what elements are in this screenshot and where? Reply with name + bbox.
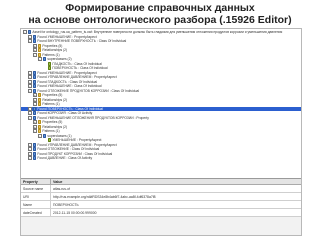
- collapse-icon[interactable]: -: [28, 147, 32, 152]
- node-icon: [32, 39, 37, 44]
- node-icon: [32, 111, 37, 116]
- property-value: ПОВЕРХНОСТЬ: [53, 203, 79, 207]
- collapse-icon[interactable]: -: [28, 106, 32, 111]
- node-icon: [32, 106, 37, 111]
- node-icon: [32, 79, 37, 84]
- property-column-header[interactable]: Property: [21, 179, 51, 184]
- folder-icon: [37, 43, 42, 48]
- node-icon: [27, 30, 32, 35]
- leaf-spacer: [43, 62, 47, 66]
- expand-icon[interactable]: +: [33, 93, 37, 98]
- collapse-icon[interactable]: -: [33, 102, 37, 107]
- collapse-icon[interactable]: -: [28, 70, 32, 75]
- folder-icon: [37, 52, 42, 57]
- collapse-icon[interactable]: -: [28, 84, 32, 89]
- node-icon: [42, 133, 47, 138]
- node-icon: [32, 75, 37, 80]
- property-row[interactable]: URI http://rus.example.org/rdl#RDS34e8b4a…: [21, 193, 301, 201]
- folder-icon: [37, 97, 42, 102]
- title-line-1: Формирование справочных данных: [65, 2, 255, 14]
- property-name: Source name: [21, 185, 51, 192]
- property-name: dateCreated: [21, 209, 51, 216]
- property-name: URI: [21, 193, 51, 200]
- node-icon: [32, 88, 37, 93]
- collapse-icon[interactable]: -: [28, 39, 32, 44]
- collapse-icon[interactable]: -: [28, 111, 32, 116]
- node-icon: [42, 57, 47, 62]
- collapse-icon[interactable]: -: [33, 52, 37, 57]
- node-icon: [32, 70, 37, 75]
- property-value: atlas-rus-of: [53, 187, 70, 191]
- property-row[interactable]: Source name atlas-rus-of: [21, 185, 301, 193]
- collapse-icon[interactable]: -: [28, 75, 32, 80]
- value-column-header[interactable]: Value: [51, 179, 301, 184]
- title-line-2: на основе онтологического разбора (.1592…: [28, 14, 292, 26]
- collapse-icon[interactable]: -: [28, 115, 32, 120]
- node-icon: [32, 156, 37, 161]
- collapse-icon[interactable]: -: [38, 133, 42, 138]
- node-icon: [32, 142, 37, 147]
- collapse-icon[interactable]: -: [28, 88, 32, 93]
- property-value: 2012-11-15 00:00:00.999000: [53, 211, 97, 215]
- expand-icon[interactable]: +: [33, 120, 37, 125]
- expand-icon[interactable]: +: [33, 97, 37, 102]
- leaf-spacer: [43, 66, 47, 70]
- expand-icon[interactable]: +: [33, 43, 37, 48]
- node-icon: [32, 115, 37, 120]
- property-name: Name: [21, 201, 51, 208]
- properties-rows: Source name atlas-rus-of URI http://rus.exa…: [21, 185, 301, 217]
- ontology-tree[interactable]: - Asset for ontology_rus.ua_pattern_is.ow…: [21, 29, 301, 176]
- collapse-icon[interactable]: -: [28, 79, 32, 84]
- tree-node-label: Found ДАВЛЕНИЕ : Class Of Activity: [37, 156, 93, 160]
- collapse-icon[interactable]: -: [28, 142, 32, 147]
- collapse-icon[interactable]: -: [38, 57, 42, 62]
- collapse-icon[interactable]: -: [28, 156, 32, 161]
- properties-panel: Property Value Source name atlas-rus-of UR…: [21, 178, 301, 235]
- tree-node[interactable]: - Found ДАВЛЕНИЕ : Class Of Activity: [21, 156, 301, 161]
- expand-icon[interactable]: +: [33, 124, 37, 129]
- instance-icon: [47, 138, 52, 143]
- folder-icon: [37, 120, 42, 125]
- node-icon: [32, 34, 37, 39]
- collapse-icon[interactable]: -: [28, 151, 32, 156]
- folder-icon: [37, 102, 42, 107]
- folder-icon: [37, 48, 42, 53]
- slide-title: Формирование справочных данных на основе…: [0, 2, 320, 26]
- leaf-spacer: [43, 138, 47, 142]
- property-row[interactable]: dateCreated 2012-11-15 00:00:00.999000: [21, 209, 301, 217]
- node-icon: [32, 84, 37, 89]
- folder-icon: [37, 129, 42, 134]
- instance-icon: [47, 61, 52, 66]
- folder-icon: [37, 124, 42, 129]
- expand-icon[interactable]: +: [33, 48, 37, 53]
- collapse-icon[interactable]: -: [33, 129, 37, 134]
- instance-icon: [47, 66, 52, 71]
- property-value: http://rus.example.org/rdl#RDS34e8b4ab6f…: [53, 195, 156, 199]
- collapse-icon[interactable]: -: [23, 30, 27, 35]
- node-icon: [32, 147, 37, 152]
- property-row[interactable]: Name ПОВЕРХНОСТЬ: [21, 201, 301, 209]
- collapse-icon[interactable]: -: [28, 34, 32, 39]
- node-icon: [32, 151, 37, 156]
- folder-icon: [37, 93, 42, 98]
- editor-screenshot: - Asset for ontology_rus.ua_pattern_is.ow…: [20, 28, 302, 236]
